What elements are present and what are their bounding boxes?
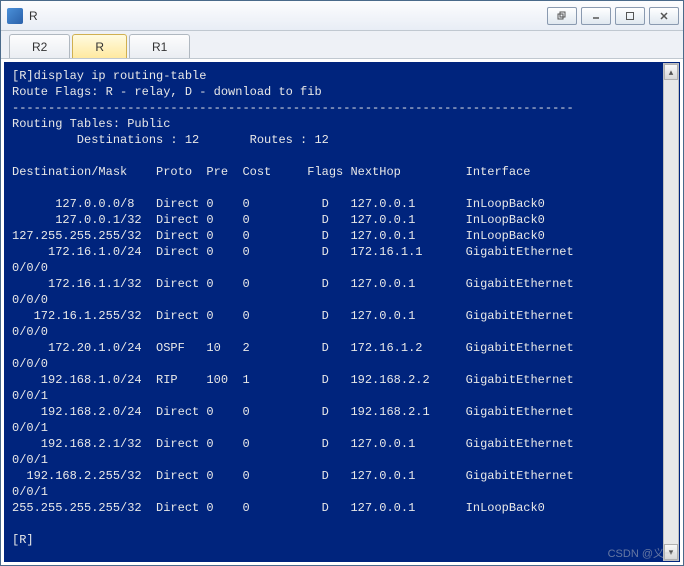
scroll-up-button[interactable]: ▴ (664, 64, 678, 80)
app-icon (7, 8, 23, 24)
maximize-button[interactable] (615, 7, 645, 25)
terminal-container: [R]display ip routing-table Route Flags:… (1, 59, 683, 565)
tab-bar: R2RR1 (1, 31, 683, 59)
tab-r[interactable]: R (72, 34, 127, 58)
window-controls (543, 7, 679, 25)
minimize-button[interactable] (581, 7, 611, 25)
scroll-down-button[interactable]: ▾ (664, 544, 678, 560)
tab-r2[interactable]: R2 (9, 34, 70, 58)
titlebar: R (1, 1, 683, 31)
tab-r1[interactable]: R1 (129, 34, 190, 58)
scrollbar[interactable]: ▴ ▾ (663, 63, 679, 561)
window-title: R (29, 9, 543, 23)
popout-button[interactable] (547, 7, 577, 25)
close-button[interactable] (649, 7, 679, 25)
terminal-output[interactable]: [R]display ip routing-table Route Flags:… (4, 62, 680, 562)
app-window: R R2RR1 [R]display ip routing-table Rout… (0, 0, 684, 566)
